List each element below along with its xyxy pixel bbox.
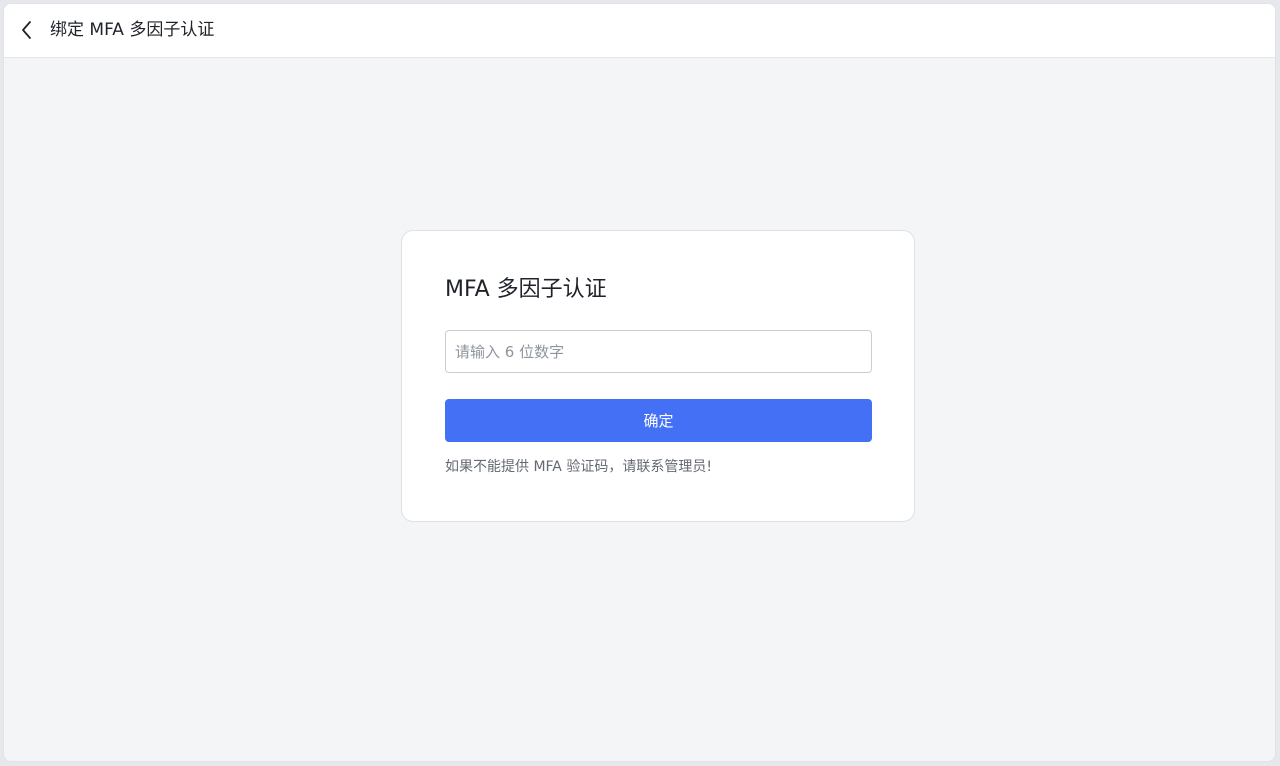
mfa-card: MFA 多因子认证 确定 如果不能提供 MFA 验证码，请联系管理员!: [401, 230, 915, 522]
top-bar: 绑定 MFA 多因子认证: [4, 4, 1275, 58]
confirm-button[interactable]: 确定: [445, 399, 872, 442]
help-text: 如果不能提供 MFA 验证码，请联系管理员!: [445, 459, 712, 475]
app-window: 绑定 MFA 多因子认证 MFA 多因子认证 确定 如果不能提供 MFA 验证码…: [3, 3, 1276, 762]
mfa-code-input[interactable]: [445, 330, 872, 373]
chevron-left-icon: [22, 21, 31, 39]
card-title: MFA 多因子认证: [445, 277, 607, 302]
page-title: 绑定 MFA 多因子认证: [50, 20, 215, 40]
back-button[interactable]: [12, 15, 42, 45]
